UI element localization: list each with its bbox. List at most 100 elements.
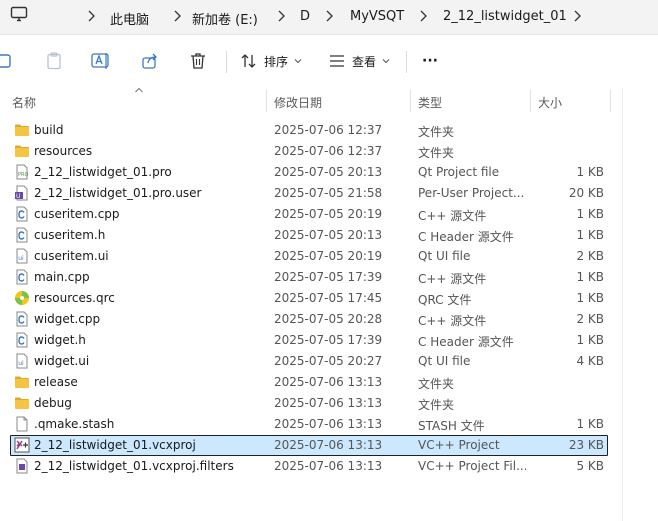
file-date: 2025-07-06 13:13 [274, 438, 383, 452]
address-bar: 此电脑 新加卷 (E:) D MyVSQT 2_12_listwidget_01 [0, 0, 658, 35]
sort-button[interactable]: 排序 [240, 45, 302, 77]
more-options-button[interactable]: ··· [422, 45, 438, 77]
file-name[interactable]: .qmake.stash [34, 417, 114, 431]
file-name[interactable]: 2_12_listwidget_01.vcxproj.filters [34, 459, 234, 473]
new-item-button[interactable] [0, 45, 14, 77]
file-name[interactable]: cuseritem.cpp [34, 207, 120, 221]
file-type: C++ 源文件 [418, 272, 487, 286]
chevron-right-icon[interactable] [322, 8, 336, 24]
rename-icon [91, 53, 109, 69]
this-pc-icon[interactable] [10, 6, 28, 22]
file-row[interactable]: debug 2025-07-06 13:13 文件夹 [0, 393, 620, 414]
file-row[interactable]: resources.qrc 2025-07-05 17:45 QRC 文件 1 KB [0, 288, 620, 309]
c-source-icon [14, 206, 30, 222]
file-size: 2 KB [576, 249, 604, 263]
svg-text:ui: ui [18, 255, 24, 262]
file-date: 2025-07-05 20:13 [274, 228, 383, 242]
scrollbar-track[interactable] [622, 88, 623, 521]
file-size: 1 KB [576, 228, 604, 242]
file-type: 文件夹 [418, 146, 455, 160]
file-row[interactable]: cuseritem.h 2025-07-05 20:13 C Header 源文件 1… [0, 225, 620, 246]
file-row[interactable]: 2_12_listwidget_01.vcxproj 2025-07-06 13:… [0, 435, 620, 456]
file-name[interactable]: 2_12_listwidget_01.pro [34, 165, 172, 179]
file-name[interactable]: widget.cpp [34, 312, 100, 326]
file-name[interactable]: debug [34, 396, 72, 410]
column-size-header[interactable]: 大小 [538, 94, 562, 111]
file-date: 2025-07-05 20:13 [274, 165, 383, 179]
view-button[interactable]: 查看 [328, 45, 390, 77]
c-source-icon [14, 332, 30, 348]
file-row[interactable]: U 2_12_listwidget_01.pro.user 2025-07-05 2… [0, 183, 620, 204]
folder-icon [14, 143, 30, 159]
file-name[interactable]: build [34, 123, 64, 137]
chevron-right-icon[interactable] [274, 8, 288, 24]
file-row[interactable]: ui widget.ui 2025-07-05 20:27 Qt UI file 4 K… [0, 351, 620, 372]
file-name[interactable]: widget.h [34, 333, 86, 347]
file-date: 2025-07-06 12:37 [274, 123, 383, 137]
file-name[interactable]: resources.qrc [34, 291, 115, 305]
sort-label: 排序 [264, 54, 289, 69]
sort-icon [241, 54, 256, 68]
ui-file-icon: ui [14, 353, 30, 369]
file-name[interactable]: resources [34, 144, 92, 158]
file-row[interactable]: .qmake.stash 2025-07-06 13:13 STASH 文件 1 KB [0, 414, 620, 435]
breadcrumb-drive-e[interactable]: 新加卷 (E:) [192, 9, 258, 28]
file-row[interactable]: release 2025-07-06 13:13 文件夹 [0, 372, 620, 393]
file-name[interactable]: cuseritem.h [34, 228, 105, 242]
share-button[interactable] [140, 45, 160, 77]
column-date-header[interactable]: 修改日期 [274, 94, 322, 111]
breadcrumb-current-folder[interactable]: 2_12_listwidget_01 [443, 9, 567, 24]
file-type: VC++ Project [418, 438, 500, 452]
column-name-header[interactable]: 名称 [12, 94, 36, 111]
file-row[interactable]: widget.h 2025-07-05 17:39 C Header 源文件 1 KB [0, 330, 620, 351]
file-date: 2025-07-06 12:37 [274, 144, 383, 158]
qt-pro-file-icon: PRO [14, 164, 30, 180]
chevron-right-icon[interactable] [570, 8, 584, 24]
column-divider[interactable] [610, 90, 611, 112]
breadcrumb[interactable]: 此电脑 新加卷 (E:) D MyVSQT 2_12_listwidget_01 [40, 2, 658, 32]
file-type: C Header 源文件 [418, 230, 514, 244]
file-size: 1 KB [576, 417, 604, 431]
file-name[interactable]: cuseritem.ui [34, 249, 109, 263]
file-row[interactable]: resources 2025-07-06 12:37 文件夹 [0, 141, 620, 162]
svg-text:U: U [16, 193, 20, 200]
breadcrumb-d[interactable]: D [300, 9, 310, 24]
chevron-down-icon [294, 59, 302, 64]
delete-button[interactable] [188, 45, 208, 77]
rename-button[interactable] [90, 45, 112, 77]
column-type-header[interactable]: 类型 [418, 94, 442, 111]
file-row[interactable]: widget.cpp 2025-07-05 20:28 C++ 源文件 2 KB [0, 309, 620, 330]
c-source-icon [14, 311, 30, 327]
breadcrumb-myvsqt[interactable]: MyVSQT [350, 9, 404, 24]
file-row[interactable]: ui cuseritem.ui 2025-07-05 20:19 Qt UI file… [0, 246, 620, 267]
file-name[interactable]: widget.ui [34, 354, 89, 368]
file-type: C Header 源文件 [418, 335, 514, 349]
file-type: STASH 文件 [418, 419, 485, 433]
file-date: 2025-07-06 13:13 [274, 459, 383, 473]
column-divider[interactable] [530, 90, 531, 112]
file-name[interactable]: release [34, 375, 78, 389]
file-size: 1 KB [576, 333, 604, 347]
paste-button[interactable] [44, 45, 64, 77]
file-row[interactable]: build 2025-07-06 12:37 文件夹 [0, 120, 620, 141]
file-row[interactable]: PRO 2_12_listwidget_01.pro 2025-07-05 20:1… [0, 162, 620, 183]
file-row[interactable]: cuseritem.cpp 2025-07-05 20:19 C++ 源文件 1 KB [0, 204, 620, 225]
chevron-right-icon[interactable] [84, 8, 98, 24]
folder-icon [14, 374, 30, 390]
file-date: 2025-07-05 17:45 [274, 291, 383, 305]
file-name[interactable]: main.cpp [34, 270, 90, 284]
clipboard-icon [47, 52, 61, 70]
svg-text:ui: ui [18, 360, 24, 367]
file-name[interactable]: 2_12_listwidget_01.vcxproj [34, 438, 196, 452]
breadcrumb-this-pc[interactable]: 此电脑 [110, 9, 149, 28]
column-divider[interactable] [410, 90, 411, 112]
file-row[interactable]: 2_12_listwidget_01.vcxproj.filters 2025-0… [0, 456, 620, 477]
file-name[interactable]: 2_12_listwidget_01.pro.user [34, 186, 202, 200]
chevron-right-icon[interactable] [170, 8, 184, 24]
file-date: 2025-07-05 20:19 [274, 249, 383, 263]
toolbar-divider [226, 51, 227, 73]
more-options-icon: ··· [422, 53, 438, 69]
column-divider[interactable] [266, 90, 267, 112]
chevron-right-icon[interactable] [416, 8, 430, 24]
file-row[interactable]: main.cpp 2025-07-05 17:39 C++ 源文件 1 KB [0, 267, 620, 288]
